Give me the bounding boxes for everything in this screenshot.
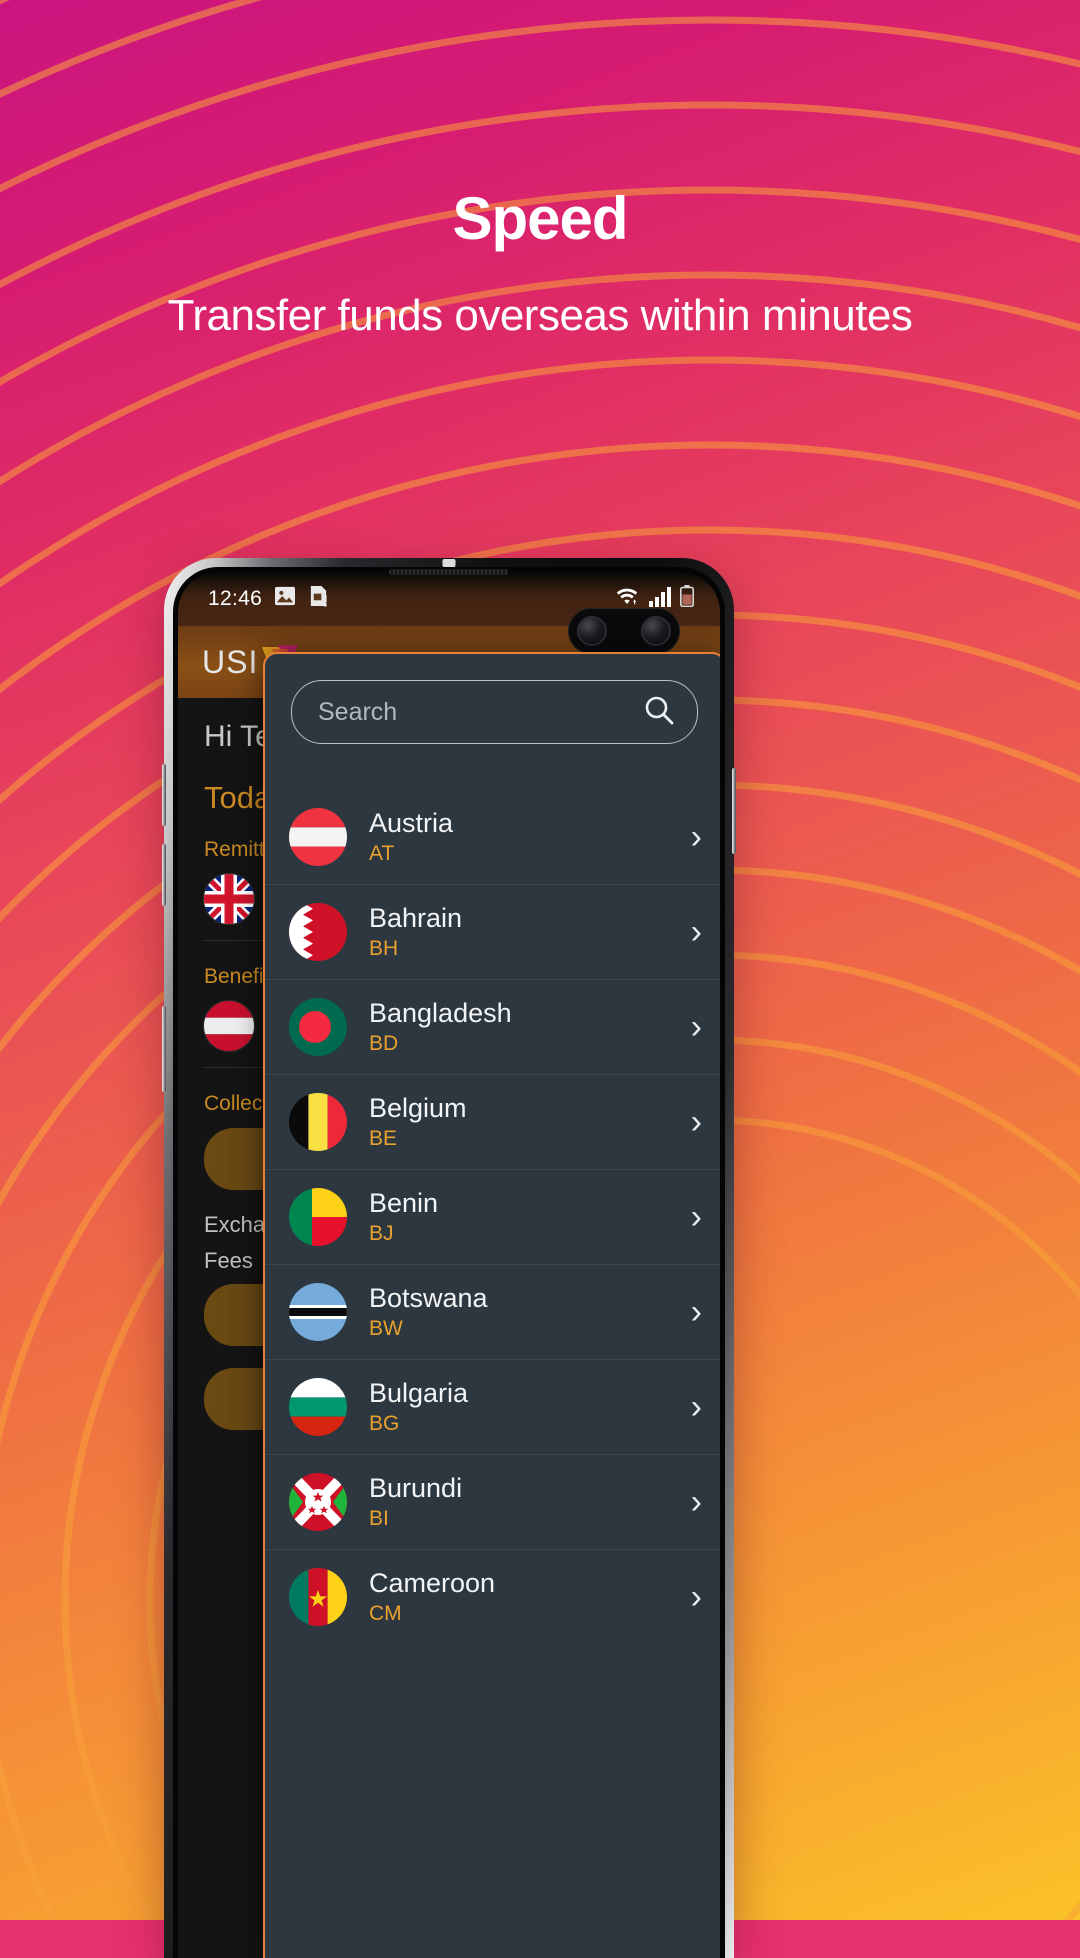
country-name: Botswana (369, 1282, 488, 1313)
promo-subheadline: Transfer funds overseas within minutes (167, 291, 913, 340)
earpiece-speaker (389, 569, 509, 575)
volume-down-button[interactable] (162, 844, 166, 906)
burundi-flag-icon (289, 1473, 347, 1531)
camera-lens-icon (577, 616, 607, 646)
botswana-flag-icon (289, 1283, 347, 1341)
benin-flag-icon (289, 1188, 347, 1246)
cameroon-flag-icon (289, 1568, 347, 1626)
country-text: Austria AT (369, 807, 454, 866)
image-icon (274, 586, 296, 612)
united-kingdom-flag-icon (204, 874, 254, 924)
country-text: Bahrain BH (369, 902, 463, 961)
belgium-flag-icon (289, 1093, 347, 1151)
country-list-item[interactable]: Bahrain BH › (265, 884, 720, 979)
austria-flag-icon (289, 808, 347, 866)
country-name: Burundi (369, 1472, 463, 1503)
sim-card-alert-icon (308, 585, 329, 613)
chevron-right-icon[interactable]: › (691, 1580, 702, 1614)
bangladesh-flag-icon (289, 998, 347, 1056)
chevron-right-icon[interactable]: › (691, 1390, 702, 1424)
country-code: AT (369, 842, 395, 866)
camera-lens-icon (641, 616, 671, 646)
chevron-right-icon[interactable]: › (691, 1200, 702, 1234)
country-name: Austria (369, 807, 454, 838)
assistant-button[interactable] (162, 1006, 166, 1092)
country-code: BG (369, 1412, 400, 1436)
country-text: Bangladesh BD (369, 997, 512, 1056)
bulgaria-flag-icon (289, 1378, 347, 1436)
country-list-item[interactable]: Benin BJ › (265, 1169, 720, 1264)
chevron-right-icon[interactable]: › (691, 1010, 702, 1044)
battery-icon (680, 585, 694, 613)
country-name: Cameroon (369, 1567, 496, 1598)
country-list-item[interactable]: Belgium BE › (265, 1074, 720, 1169)
country-list-item[interactable]: Burundi BI › (265, 1454, 720, 1549)
country-name: Benin (369, 1187, 439, 1218)
country-list-item[interactable]: Austria AT › (265, 790, 720, 884)
search-input[interactable] (316, 696, 642, 728)
search-section (265, 654, 720, 766)
front-camera-cutout (568, 608, 680, 654)
country-list-item[interactable]: Botswana BW › (265, 1264, 720, 1359)
magnifier-icon[interactable] (642, 693, 676, 732)
app-logo-text: USI (202, 643, 259, 680)
country-code: BI (369, 1507, 389, 1531)
country-picker-modal: Austria AT › Bahrain BH › (263, 652, 720, 1958)
country-list-item[interactable]: Bangladesh BD › (265, 979, 720, 1074)
chevron-right-icon[interactable]: › (691, 1295, 702, 1329)
phone-mockup: 12:46 USI Hi Tec Today Remitter Benefici… (162, 558, 736, 1958)
country-code: BW (369, 1317, 403, 1341)
country-name: Belgium (369, 1092, 467, 1123)
country-code: BH (369, 937, 399, 961)
top-sensor-dot (442, 559, 456, 567)
phone-screen: 12:46 USI Hi Tec Today Remitter Benefici… (178, 572, 720, 1958)
chevron-right-icon[interactable]: › (691, 820, 702, 854)
power-button[interactable] (732, 768, 736, 854)
volume-up-button[interactable] (162, 764, 166, 826)
country-code: BE (369, 1127, 398, 1151)
promo-copy-block: Speed Transfer funds overseas within min… (0, 186, 1080, 347)
promo-headline: Speed (452, 185, 628, 252)
country-code: CM (369, 1602, 402, 1626)
country-text: Cameroon CM (369, 1567, 496, 1626)
country-name: Bahrain (369, 902, 463, 933)
country-text: Burundi BI (369, 1472, 463, 1531)
fees-label: Fees (204, 1248, 253, 1273)
country-text: Benin BJ (369, 1187, 439, 1246)
austria-flag-icon (204, 1001, 254, 1051)
status-time: 12:46 (208, 587, 263, 610)
search-box[interactable] (291, 680, 698, 744)
status-bar-left: 12:46 (208, 585, 329, 613)
country-name: Bulgaria (369, 1377, 469, 1408)
country-code: BD (369, 1032, 399, 1056)
chevron-right-icon[interactable]: › (691, 1105, 702, 1139)
country-name: Bangladesh (369, 997, 512, 1028)
country-code: BJ (369, 1222, 394, 1246)
country-list[interactable]: Austria AT › Bahrain BH › Bangladesh BD … (265, 790, 720, 1958)
country-text: Bulgaria BG (369, 1377, 469, 1436)
bahrain-flag-icon (289, 903, 347, 961)
country-text: Botswana BW (369, 1282, 488, 1341)
country-list-item[interactable]: Bulgaria BG › (265, 1359, 720, 1454)
chevron-right-icon[interactable]: › (691, 1485, 702, 1519)
country-list-item[interactable]: Cameroon CM › (265, 1549, 720, 1644)
chevron-right-icon[interactable]: › (691, 915, 702, 949)
country-text: Belgium BE (369, 1092, 467, 1151)
